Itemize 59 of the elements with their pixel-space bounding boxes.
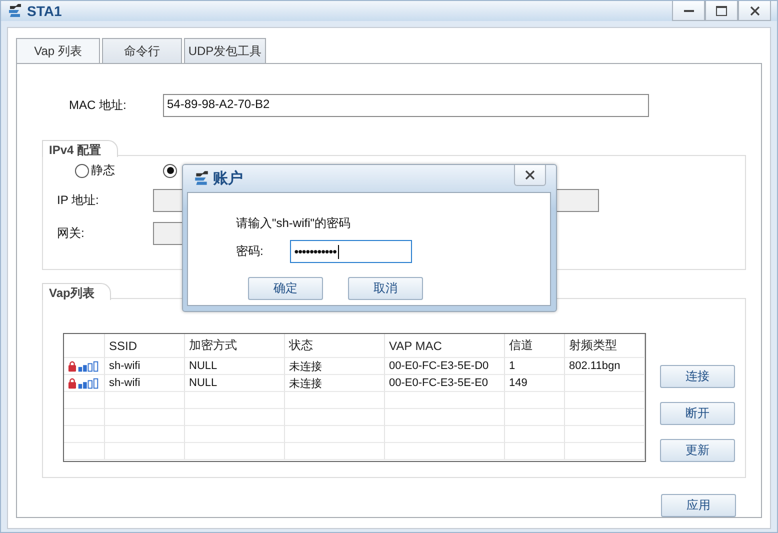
- table-cell: sh-wifi: [105, 375, 185, 392]
- maximize-icon: [716, 6, 727, 16]
- table-cell: 未连接: [285, 358, 385, 375]
- dialog-title: 账户: [213, 169, 243, 188]
- action-button[interactable]: 断开: [660, 402, 735, 425]
- locked-signal-icon: [68, 378, 100, 388]
- table-cell: [64, 426, 105, 443]
- action-button[interactable]: 更新: [660, 439, 735, 462]
- mac-address-field[interactable]: 54-89-98-A2-70-B2: [163, 94, 649, 117]
- column-header: SSID: [105, 334, 185, 358]
- column-header: 加密方式: [185, 334, 285, 358]
- field-label: MAC 地址:: [69, 97, 128, 114]
- radio-button[interactable]: [163, 164, 177, 178]
- field-label: 密码:: [236, 243, 264, 260]
- close-icon: [525, 170, 535, 180]
- radio-button[interactable]: [75, 164, 89, 178]
- window-title: STA1: [27, 3, 62, 19]
- table-cell: [505, 443, 565, 460]
- column-header: VAP MAC: [385, 334, 505, 358]
- dialog-button[interactable]: 取消: [348, 277, 423, 300]
- table-cell: [64, 409, 105, 426]
- table-cell: [505, 409, 565, 426]
- column-header: 射频类型: [565, 334, 645, 358]
- table-cell: [505, 426, 565, 443]
- table-cell: [64, 443, 105, 460]
- apply-button[interactable]: 应用: [661, 494, 736, 517]
- maximize-button[interactable]: [705, 1, 738, 21]
- table-cell: 00-E0-FC-E3-5E-D0: [385, 358, 505, 375]
- tab[interactable]: UDP发包工具: [184, 38, 266, 63]
- tab[interactable]: 命令行: [102, 38, 182, 63]
- tab[interactable]: Vap 列表: [16, 38, 100, 63]
- field-label: 网关:: [57, 225, 86, 242]
- table-cell: NULL: [185, 358, 285, 375]
- close-button[interactable]: [738, 1, 771, 21]
- radio-label: 静态: [91, 162, 115, 179]
- password-field[interactable]: ●●●●●●●●●●●: [290, 240, 412, 263]
- group-title: Vap列表: [42, 283, 112, 300]
- table-cell: 00-E0-FC-E3-5E-E0: [385, 375, 505, 392]
- close-icon: [750, 6, 760, 16]
- table-cell: NULL: [185, 375, 285, 392]
- close-button[interactable]: [514, 165, 546, 186]
- column-header: 状态: [285, 334, 385, 358]
- table-cell: sh-wifi: [105, 358, 185, 375]
- table-cell: 未连接: [285, 375, 385, 392]
- app-logo-icon: [7, 3, 23, 19]
- group-title: IPv4 配置: [42, 140, 118, 157]
- app-logo-icon: [193, 170, 210, 187]
- minimize-button[interactable]: [672, 1, 705, 21]
- password-prompt: 请输入"sh-wifi"的密码: [236, 215, 352, 232]
- minimize-icon: [684, 9, 694, 12]
- table-cell: 1: [505, 358, 565, 375]
- field-label: IP 地址:: [57, 192, 100, 209]
- locked-signal-icon: [68, 360, 100, 372]
- table-cell: 802.11bgn: [565, 358, 645, 375]
- column-header: 信道: [505, 334, 565, 358]
- action-button[interactable]: 连接: [660, 365, 735, 388]
- dialog-button[interactable]: 确定: [248, 277, 323, 300]
- table-cell: 149: [505, 375, 565, 392]
- table-cell: [505, 392, 565, 409]
